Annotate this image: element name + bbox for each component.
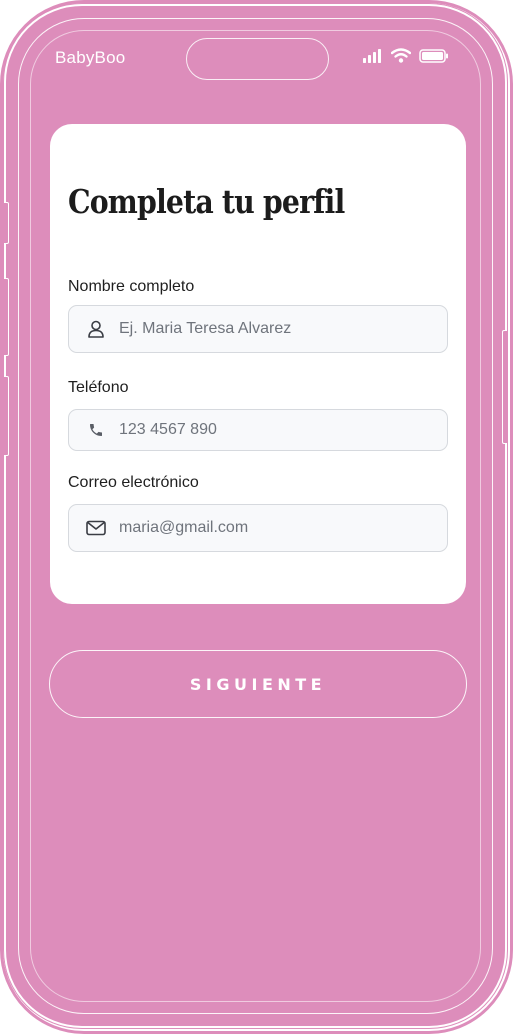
full-name-field[interactable] xyxy=(68,305,448,353)
full-name-input[interactable] xyxy=(119,320,419,338)
phone-input[interactable] xyxy=(119,421,419,439)
next-button[interactable]: SIGUIENTE xyxy=(49,650,467,718)
signal-icon xyxy=(363,48,381,63)
wifi-icon xyxy=(391,48,411,63)
user-icon xyxy=(85,318,107,340)
app-name: BabyBoo xyxy=(55,48,126,67)
full-name-label: Nombre completo xyxy=(68,278,195,295)
mail-icon xyxy=(85,517,107,539)
phone-label: Teléfono xyxy=(68,379,129,396)
status-icons xyxy=(363,48,449,63)
email-field[interactable] xyxy=(68,504,448,552)
phone-frame: BabyBoo Completa tu perfil Nombre comple… xyxy=(4,4,507,1028)
page-title: Completa tu perfil xyxy=(68,182,345,221)
mute-switch xyxy=(4,202,9,244)
dynamic-island xyxy=(186,38,329,80)
email-input[interactable] xyxy=(119,519,419,537)
phone-field[interactable] xyxy=(68,409,448,451)
profile-card: Completa tu perfil Nombre completo Teléf… xyxy=(50,124,466,604)
volume-up-button xyxy=(4,278,9,356)
email-label: Correo electrónico xyxy=(68,474,199,491)
phone-icon xyxy=(85,419,107,441)
battery-icon xyxy=(419,48,448,63)
power-button xyxy=(502,330,507,444)
volume-down-button xyxy=(4,376,9,456)
